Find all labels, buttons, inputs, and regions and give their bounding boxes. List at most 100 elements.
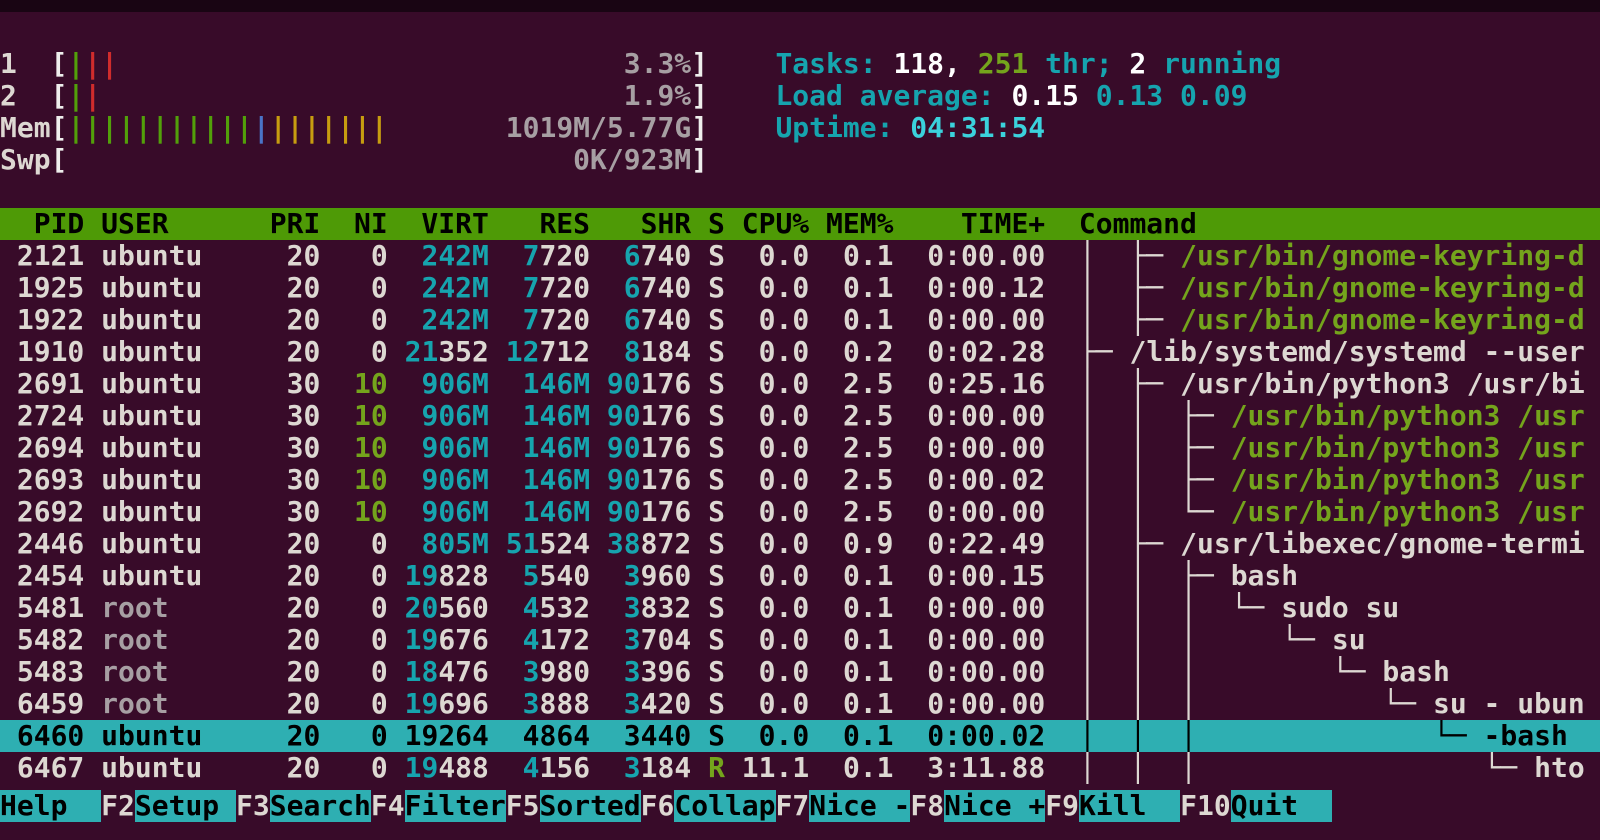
process-row-2694[interactable]: 2694 ubuntu 30 10 906M 146M 90176 S 0.0 …: [0, 432, 1600, 464]
process-row-6460[interactable]: 6460 ubuntu 20 0 19264 4864 3440 S 0.0 0…: [0, 720, 1600, 752]
fkey-f10-quit[interactable]: F10Quit: [1180, 790, 1332, 822]
process-row-1910[interactable]: 1910 ubuntu 20 0 21352 12712 8184 S 0.0 …: [0, 336, 1600, 368]
pri-cell: 30: [270, 464, 337, 496]
meter-open-bracket: [: [51, 79, 68, 112]
running-count: 2: [1129, 48, 1146, 80]
tree-branch: │ │ ├─: [1079, 400, 1231, 432]
meter-open-bracket: [: [51, 143, 68, 176]
tree-branch: │ ├─: [1079, 240, 1180, 272]
uptime-value: 04:31:54: [910, 112, 1045, 144]
shr-cell: 90176: [607, 432, 708, 464]
pid-cell: 5482: [0, 624, 101, 656]
pid-cell: 5481: [0, 592, 101, 624]
fkey-f7-nice[interactable]: F7Nice -: [776, 790, 911, 822]
time-cell: 0:00.00: [910, 496, 1079, 528]
mem-percent-cell: 0.1: [826, 720, 910, 752]
mem-percent-cell: 2.5: [826, 400, 910, 432]
swp-meter: Swp[ 0K/923M]: [0, 144, 1600, 176]
tree-branch: │ │ │ └─: [1079, 656, 1382, 688]
res-cell: 4172: [506, 624, 607, 656]
process-row-2446[interactable]: 2446 ubuntu 20 0 805M 51524 38872 S 0.0 …: [0, 528, 1600, 560]
process-row-1925[interactable]: 1925 ubuntu 20 0 242M 7720 6740 S 0.0 0.…: [0, 272, 1600, 304]
res-cell: 7720: [506, 272, 607, 304]
state-cell: S: [708, 656, 742, 688]
meter-close-bracket: ]: [691, 47, 708, 80]
fkey-f2-setup[interactable]: F2Setup: [101, 790, 236, 822]
virt-cell: 242M: [405, 240, 506, 272]
cpu-percent-cell: 0.0: [742, 400, 826, 432]
mem-meter-value: 1019M/5.77G: [388, 111, 691, 144]
process-row-6459[interactable]: 6459 root 20 0 19696 3888 3420 S 0.0 0.1…: [0, 688, 1600, 720]
pri-cell: 20: [270, 336, 337, 368]
tree-branch: │ │ │ └─: [1079, 752, 1534, 784]
fkey-f6-collap[interactable]: F6Collap: [641, 790, 776, 822]
process-row-5482[interactable]: 5482 root 20 0 19676 4172 3704 S 0.0 0.1…: [0, 624, 1600, 656]
command-cell: /usr/bin/gnome-keyring-d: [1180, 272, 1585, 304]
process-row-2724[interactable]: 2724 ubuntu 30 10 906M 146M 90176 S 0.0 …: [0, 400, 1600, 432]
tree-branch: │ │ │ └─: [1079, 688, 1433, 720]
process-row-2454[interactable]: 2454 ubuntu 20 0 19828 5540 3960 S 0.0 0…: [0, 560, 1600, 592]
load-3: 0.09: [1180, 80, 1247, 112]
fkey-number: F2: [101, 790, 135, 822]
ni-cell: 0: [337, 272, 404, 304]
fkey-help[interactable]: Help: [0, 790, 101, 822]
time-cell: 0:00.00: [910, 304, 1079, 336]
load-average-line: Load average: 0.15 0.13 0.09: [775, 80, 1281, 112]
state-cell: S: [708, 560, 742, 592]
pid-cell: 2446: [0, 528, 101, 560]
time-cell: 0:00.00: [910, 240, 1079, 272]
fkey-f8-nice[interactable]: F8Nice +: [910, 790, 1045, 822]
threads-count: 251: [978, 48, 1029, 80]
command-cell: -bash: [1484, 720, 1568, 752]
virt-cell: 19264: [405, 720, 506, 752]
process-table-header[interactable]: PID USER PRI NI VIRT RES SHR S CPU% MEM%…: [0, 208, 1600, 240]
tree-branch: │ │ ├─: [1079, 560, 1231, 592]
mem-percent-cell: 0.1: [826, 752, 910, 784]
shr-cell: 90176: [607, 496, 708, 528]
fkey-label: Nice -: [809, 790, 910, 822]
virt-cell: 906M: [405, 496, 506, 528]
process-row-2691[interactable]: 2691 ubuntu 30 10 906M 146M 90176 S 0.0 …: [0, 368, 1600, 400]
fkey-f5-sorted[interactable]: F5Sorted: [506, 790, 641, 822]
user-cell: ubuntu: [101, 720, 270, 752]
state-cell: R: [708, 752, 742, 784]
pid-cell: 6467: [0, 752, 101, 784]
process-row-2692[interactable]: 2692 ubuntu 30 10 906M 146M 90176 S 0.0 …: [0, 496, 1600, 528]
pri-cell: 30: [270, 400, 337, 432]
command-cell: su: [1332, 624, 1366, 656]
fkey-f9-kill[interactable]: F9Kill: [1045, 790, 1180, 822]
process-row-6467[interactable]: 6467 ubuntu 20 0 19488 4156 3184 R 11.1 …: [0, 752, 1600, 784]
res-cell: 146M: [506, 368, 607, 400]
user-cell: root: [101, 624, 270, 656]
meter-close-bracket: ]: [691, 143, 708, 176]
command-cell: hto: [1534, 752, 1585, 784]
process-row-2121[interactable]: 2121 ubuntu 20 0 242M 7720 6740 S 0.0 0.…: [0, 240, 1600, 272]
process-row-2693[interactable]: 2693 ubuntu 30 10 906M 146M 90176 S 0.0 …: [0, 464, 1600, 496]
fkey-label: Collap: [674, 790, 775, 822]
virt-cell: 19828: [405, 560, 506, 592]
res-cell: 146M: [506, 400, 607, 432]
process-row-1922[interactable]: 1922 ubuntu 20 0 242M 7720 6740 S 0.0 0.…: [0, 304, 1600, 336]
res-cell: 12712: [506, 336, 607, 368]
command-cell: su - ubun: [1433, 688, 1585, 720]
tree-branch: │ │ ├─: [1079, 432, 1231, 464]
process-row-5483[interactable]: 5483 root 20 0 18476 3980 3396 S 0.0 0.1…: [0, 656, 1600, 688]
pri-cell: 30: [270, 496, 337, 528]
res-cell: 7720: [506, 240, 607, 272]
fkey-label: Filter: [405, 790, 506, 822]
ni-cell: 10: [337, 432, 404, 464]
cpu-percent-cell: 0.0: [742, 464, 826, 496]
user-cell: ubuntu: [101, 496, 270, 528]
tree-branch: ├─: [1079, 336, 1130, 368]
virt-cell: 906M: [405, 400, 506, 432]
fkey-f3-search[interactable]: F3Search: [236, 790, 371, 822]
state-cell: S: [708, 496, 742, 528]
fkey-label: Kill: [1079, 790, 1180, 822]
pid-cell: 2691: [0, 368, 101, 400]
mem-percent-cell: 2.5: [826, 432, 910, 464]
terminal-top-edge: [0, 0, 1600, 12]
state-cell: S: [708, 720, 742, 752]
fkey-f4-filter[interactable]: F4Filter: [371, 790, 506, 822]
tasks-count: 118,: [893, 48, 960, 80]
process-row-5481[interactable]: 5481 root 20 0 20560 4532 3832 S 0.0 0.1…: [0, 592, 1600, 624]
